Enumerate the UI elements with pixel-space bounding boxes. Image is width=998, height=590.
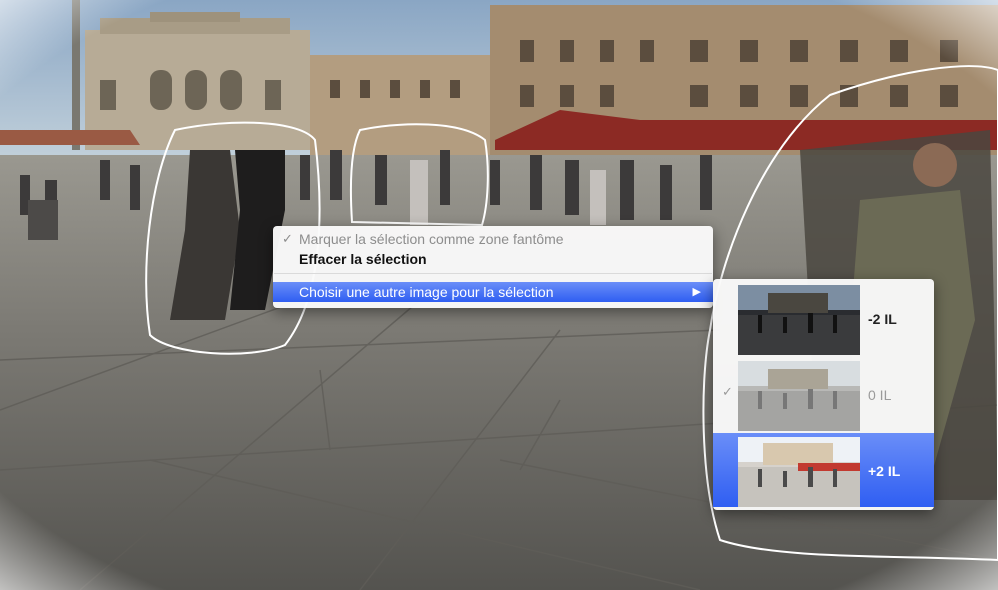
menu-item-choose-other-image[interactable]: Choisir une autre image pour la sélectio… bbox=[273, 282, 713, 302]
submenu-item-label: +2 IL bbox=[868, 463, 901, 479]
menu-item-label: Effacer la sélection bbox=[299, 251, 427, 267]
menu-item-label: Choisir une autre image pour la sélectio… bbox=[299, 284, 554, 300]
menu-separator bbox=[274, 273, 712, 274]
bright-exposure-thumbnail-icon bbox=[738, 437, 860, 507]
submenu-item-label: 0 IL bbox=[868, 387, 892, 403]
submenu-item-label: -2 IL bbox=[868, 311, 897, 327]
exposure-submenu: -2 IL ✓ 0 IL +2 IL bbox=[713, 279, 934, 510]
menu-item-label: Marquer la sélection comme zone fantôme bbox=[299, 231, 564, 247]
menu-item-clear-selection[interactable]: Effacer la sélection bbox=[273, 249, 713, 269]
context-menu: ✓ Marquer la sélection comme zone fantôm… bbox=[273, 226, 713, 308]
normal-exposure-thumbnail-icon bbox=[738, 361, 860, 431]
submenu-item-minus-2[interactable]: -2 IL bbox=[713, 281, 934, 355]
menu-item-mark-ghost-zone[interactable]: ✓ Marquer la sélection comme zone fantôm… bbox=[273, 229, 713, 249]
submenu-item-plus-2[interactable]: +2 IL bbox=[713, 433, 934, 507]
submenu-item-zero[interactable]: ✓ 0 IL bbox=[713, 357, 934, 431]
submenu-arrow-icon: ▶ bbox=[692, 286, 701, 298]
checkmark-icon: ✓ bbox=[722, 384, 733, 399]
dark-exposure-thumbnail-icon bbox=[738, 285, 860, 355]
checkmark-icon: ✓ bbox=[282, 231, 293, 246]
